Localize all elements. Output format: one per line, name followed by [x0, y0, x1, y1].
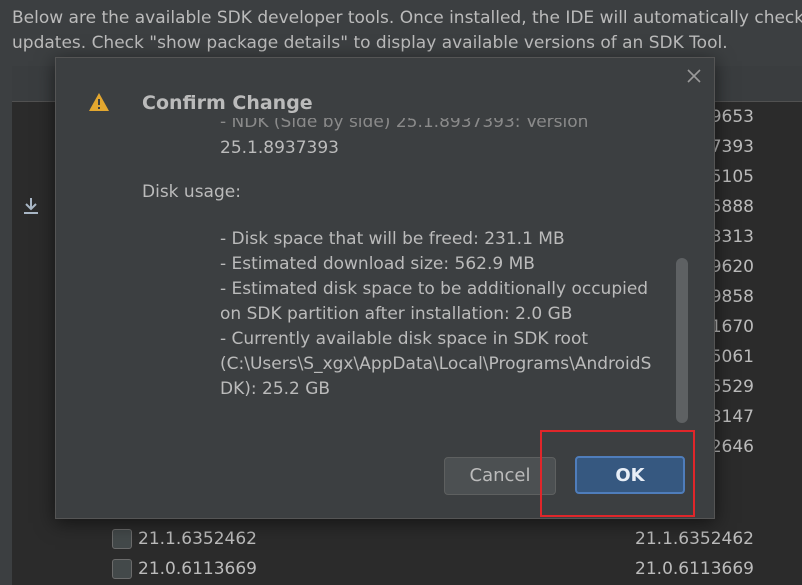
row-version: 21.1.6352462 — [635, 529, 754, 549]
content-scrollbar[interactable] — [676, 258, 688, 423]
disk-usage-line: - Estimated disk space to be additionall… — [220, 279, 649, 299]
warning-icon — [88, 92, 110, 112]
disk-usage-line: DK): 25.2 GB — [220, 379, 331, 399]
sdk-tools-description: Below are the available SDK developer to… — [12, 6, 802, 56]
row-checkbox[interactable] — [112, 559, 132, 579]
clipped-package-line: - NDK (Side by side) 25.1.8937393: Versi… — [220, 118, 589, 132]
disk-usage-line: - Disk space that will be freed: 231.1 M… — [220, 229, 565, 249]
dialog-content: - NDK (Side by side) 25.1.8937393: Versi… — [142, 118, 688, 478]
disk-usage-line: - Estimated download size: 562.9 MB — [220, 254, 535, 274]
disk-usage-line: - Currently available disk space in SDK … — [220, 329, 589, 349]
cancel-button[interactable]: Cancel — [444, 457, 556, 495]
disk-usage-line: (C:\Users\S_xgx\AppData\Local\Programs\A… — [220, 354, 652, 374]
row-name: 21.1.6352462 — [138, 529, 257, 549]
confirm-change-dialog: Confirm Change - NDK (Side by side) 25.1… — [55, 57, 715, 519]
row-checkbox[interactable] — [112, 529, 132, 549]
row-version: 21.0.6113669 — [635, 559, 754, 579]
scrollbar-thumb[interactable] — [676, 258, 688, 423]
description-line-2: updates. Check "show package details" to… — [12, 33, 728, 53]
description-line-1: Below are the available SDK developer to… — [12, 8, 802, 28]
ok-button[interactable]: OK — [575, 456, 685, 494]
disk-usage-heading: Disk usage: — [142, 182, 241, 202]
table-row[interactable]: 21.0.6113669 21.0.6113669 — [112, 554, 754, 584]
download-icon — [22, 196, 40, 221]
dialog-title: Confirm Change — [142, 92, 313, 114]
close-icon[interactable] — [684, 68, 704, 88]
disk-usage-list: - Disk space that will be freed: 231.1 M… — [220, 227, 670, 402]
row-name: 21.0.6113669 — [138, 559, 257, 579]
table-row[interactable]: 21.1.6352462 21.1.6352462 — [112, 524, 754, 554]
disk-usage-line: on SDK partition after installation: 2.0… — [220, 304, 573, 324]
package-version-line: 25.1.8937393 — [220, 138, 339, 158]
